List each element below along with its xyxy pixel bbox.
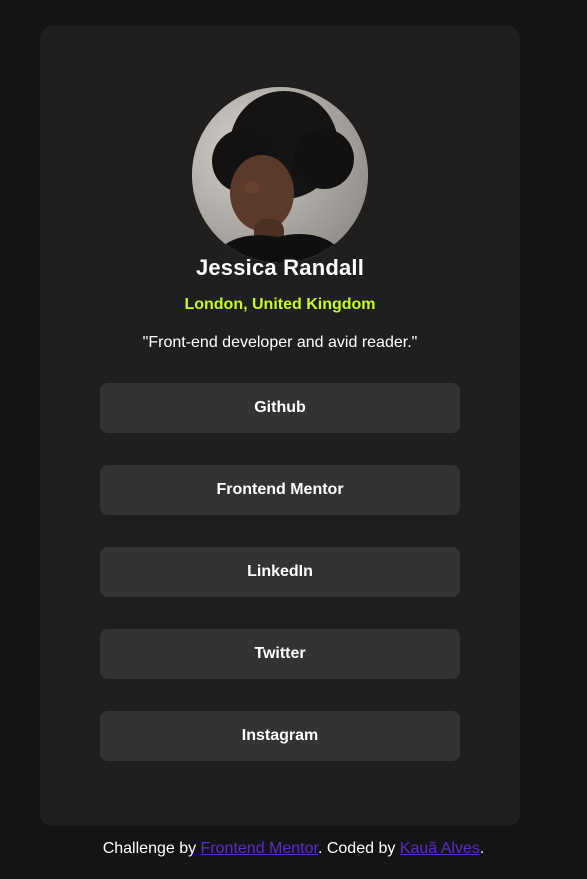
avatar — [192, 87, 368, 263]
frontend-mentor-link[interactable]: Frontend Mentor — [201, 840, 318, 857]
attribution: Challenge by Frontend Mentor. Coded by K… — [0, 840, 587, 858]
link-github-button[interactable]: Github — [100, 383, 460, 433]
link-frontend-mentor-button[interactable]: Frontend Mentor — [100, 465, 460, 515]
attribution-prefix: Challenge by — [102, 840, 201, 857]
page: Jessica Randall London, United Kingdom "… — [0, 0, 587, 879]
author-link[interactable]: Kauã Alves — [400, 840, 480, 857]
link-instagram-button[interactable]: Instagram — [100, 711, 460, 761]
link-linkedin-button[interactable]: LinkedIn — [100, 547, 460, 597]
attribution-suffix: . — [479, 840, 485, 857]
profile-location: London, United Kingdom — [184, 296, 376, 313]
social-links: Github Frontend Mentor LinkedIn Twitter … — [100, 383, 460, 761]
avatar-photo-icon — [192, 87, 368, 263]
profile-card: Jessica Randall London, United Kingdom "… — [40, 26, 520, 826]
profile-bio: "Front-end developer and avid reader." — [142, 334, 418, 351]
profile-name: Jessica Randall — [195, 255, 365, 280]
attribution-middle: . Coded by — [317, 840, 400, 857]
link-twitter-button[interactable]: Twitter — [100, 629, 460, 679]
